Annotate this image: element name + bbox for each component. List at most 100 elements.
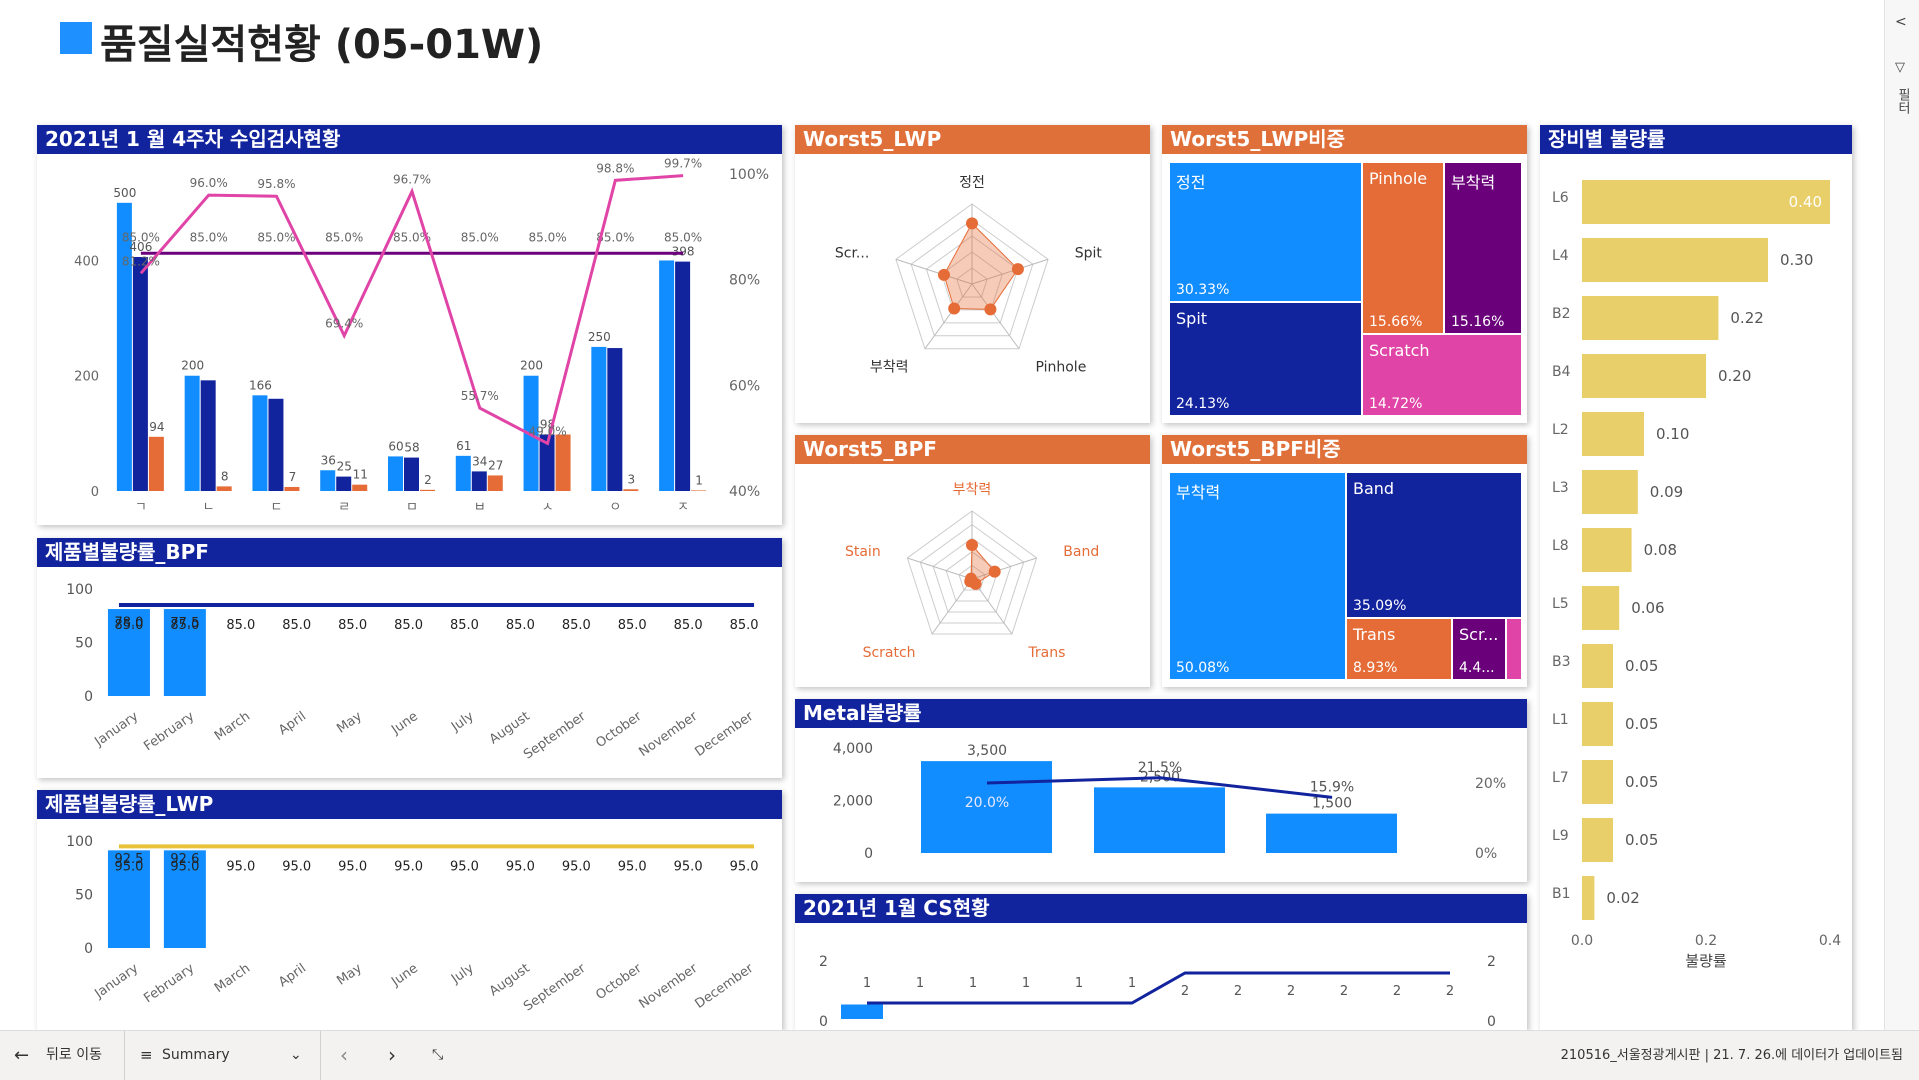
page-select[interactable]: Summary (162, 1031, 230, 1080)
y2-tick-label: 80% (729, 273, 760, 289)
back-arrow-icon[interactable]: ← (14, 1031, 29, 1080)
prev-page-icon[interactable]: ‹ (340, 1031, 348, 1080)
treemap-label: 부착력 (1176, 483, 1221, 502)
treemap-bpf-cell[interactable]: 부착력 50.08% (1170, 473, 1345, 679)
lwp-chart[interactable]: 05010092.5 92.695.0 95.0 95.0 95.0 95.0 95.0 95… (37, 819, 782, 1030)
bar (659, 260, 675, 491)
radar-point (965, 572, 978, 585)
cs-chart[interactable]: 0 2 0 2 1 1 1 1 1 1 2 2 2 2 2 2 (795, 923, 1527, 1030)
equip-panel[interactable]: 장비별 불량률 L6 0.40 L4 0.30 B2 0.22 B4 0.20 L2 0.10 L3… (1540, 125, 1852, 1030)
inspection-panel[interactable]: 2021년 1 월 4주차 수입검사현황 0 200 400 40% 60% 80% 100… (37, 125, 782, 525)
chevron-down-icon[interactable]: ⌄ (290, 1031, 302, 1080)
next-page-icon[interactable]: › (388, 1031, 396, 1080)
cs-title: 2021년 1월 CS현황 (795, 894, 1527, 923)
metal-chart[interactable]: 02,0004,0000%20%3,5002,5001,50020.0%21.5… (795, 728, 1527, 882)
treemap-bpf-cell[interactable]: Scr... 4.4... (1453, 619, 1505, 679)
treemap-label: Scratch (1369, 341, 1430, 360)
worst-lwp-ratio-title: Worst5_LWP비중 (1162, 125, 1527, 154)
treemap-bpf-cell[interactable]: Trans 8.93% (1347, 619, 1451, 679)
y2-tick-label: 2 (1487, 954, 1496, 970)
bpf-chart[interactable]: 05010078.0 77.585.0 85.0 85.0 85.0 85.0 85.0 85… (37, 567, 782, 778)
rate-label: 95.8% (257, 177, 295, 191)
bar-label: 8 (221, 469, 229, 483)
cs-label: 2 (1287, 984, 1295, 999)
worst-bpf-ratio-panel[interactable]: Worst5_BPF비중 부착력 50.08% Band 35.09% Tran… (1162, 435, 1527, 687)
lwp-panel[interactable]: 제품별불량률_LWP 0 50 100 92.5 92.6 95.0 95.0 95.0 95.… (37, 790, 782, 1030)
bar (471, 471, 487, 491)
bar-label: 25 (337, 460, 352, 474)
inspection-chart[interactable]: 020040040%60%80%100%ㄱ50040694ㄴ2008ㄷ1667ㄹ… (37, 154, 782, 525)
worst-lwp-panel[interactable]: Worst5_LWP 정전 Spit Pinhole 부착력 Scr... (795, 125, 1150, 423)
bpf-panel[interactable]: 제품별불량률_BPF 0 50 100 78.0 77.5 85.0 85.0 85.0 85.… (37, 538, 782, 778)
target-label: 85.0 (562, 618, 591, 633)
bar-label: 500 (113, 186, 136, 200)
y2-tick-label: 40% (729, 484, 760, 500)
treemap-lwp-cell[interactable]: 정전 30.33% (1170, 163, 1361, 301)
bar (216, 486, 232, 491)
filter-icon[interactable]: ▽ (1895, 60, 1905, 75)
bar-label: 94 (149, 420, 164, 434)
bar (1582, 818, 1613, 862)
equip-chart[interactable]: L6 0.40 L4 0.30 B2 0.22 B4 0.20 L2 0.10 L3 0.09 L8 0.… (1540, 154, 1852, 1030)
x-tick-label: 0.4 (1819, 933, 1841, 949)
y-tick-label: L9 (1552, 828, 1569, 844)
x-tick-label: August (487, 709, 533, 747)
x-tick-label: April (276, 961, 309, 990)
bar (1582, 876, 1595, 920)
treemap-bpf-cell[interactable]: Band 35.09% (1347, 473, 1521, 617)
x-tick-label: May (334, 709, 365, 737)
fit-screen-icon[interactable]: ⤡ (432, 1031, 443, 1080)
radar-point (966, 217, 978, 230)
worst-lwp-ratio-panel[interactable]: Worst5_LWP비중 정전 30.33% Pinhole 15.66% 부착… (1162, 125, 1527, 423)
treemap-lwp-cell[interactable]: 부착력 15.16% (1445, 163, 1521, 333)
bar-label: 200 (181, 359, 204, 373)
y-tick-label: 50 (75, 888, 93, 904)
x-tick-label: November (636, 961, 701, 1012)
bar (284, 486, 300, 491)
metal-panel[interactable]: Metal불량률 0 2,000 4,000 0% 20% 3,500 2,500 1,500… (795, 699, 1527, 882)
treemap-label: Scr... (1459, 625, 1499, 644)
treemap-lwp-cell[interactable]: Pinhole 15.66% (1363, 163, 1443, 333)
y-tick-label: L6 (1552, 190, 1569, 206)
treemap-pct: 50.08% (1176, 660, 1230, 676)
y-tick-label: L5 (1552, 596, 1569, 612)
radar-axis-label: 부착력 (953, 482, 992, 498)
back-button[interactable]: 뒤로 이동 (46, 1031, 102, 1080)
filter-label[interactable]: 필터 (1893, 88, 1912, 114)
cs-label: 2 (1234, 984, 1242, 999)
treemap-pct: 4.4... (1459, 660, 1495, 676)
cs-panel[interactable]: 2021년 1월 CS현황 0 2 0 2 1 1 1 1 1 1 2 2 2 2 2 2 (795, 894, 1527, 1030)
bar (336, 476, 352, 491)
cs-label: 2 (1446, 984, 1454, 999)
filter-rail[interactable]: < ▽ 필터 (1884, 0, 1919, 1030)
worst-bpf-panel[interactable]: Worst5_BPF 부착력 Band Trans Scratch Stain (795, 435, 1150, 687)
collapse-icon[interactable]: < (1895, 14, 1907, 30)
x-tick-label: March (212, 709, 253, 744)
rate-label: 55.7% (461, 389, 499, 403)
bar (148, 436, 164, 491)
target-label: 85.0% (528, 230, 566, 244)
y-tick-label: L1 (1552, 712, 1569, 728)
target-label: 95.0 (170, 859, 199, 874)
bar (1582, 702, 1613, 746)
bar-label: 0.06 (1631, 599, 1664, 617)
y-tick-label: 0 (84, 689, 93, 705)
rate-label: 15.9% (1310, 779, 1354, 795)
target-label: 95.0 (618, 859, 647, 874)
x-tick-label: January (91, 961, 141, 1002)
treemap-bpf-cell[interactable] (1507, 619, 1521, 679)
target-label: 95.0 (562, 859, 591, 874)
target-label: 85.0 (114, 618, 143, 633)
treemap-pct: 30.33% (1176, 282, 1230, 298)
x-tick-label: ㅂ (474, 500, 486, 515)
bar (252, 395, 268, 491)
bar (320, 470, 336, 491)
radar-bpf-chart[interactable]: 부착력 Band Trans Scratch Stain (795, 464, 1150, 687)
treemap-lwp-cell[interactable]: Spit 24.13% (1170, 303, 1361, 415)
bar (841, 1004, 883, 1019)
radar-lwp-chart[interactable]: 정전 Spit Pinhole 부착력 Scr... (795, 154, 1150, 423)
bar-label: 0.08 (1644, 541, 1677, 559)
bar-label: 250 (588, 330, 611, 344)
bar (1582, 528, 1632, 572)
treemap-lwp-cell[interactable]: Scratch 14.72% (1363, 335, 1521, 415)
